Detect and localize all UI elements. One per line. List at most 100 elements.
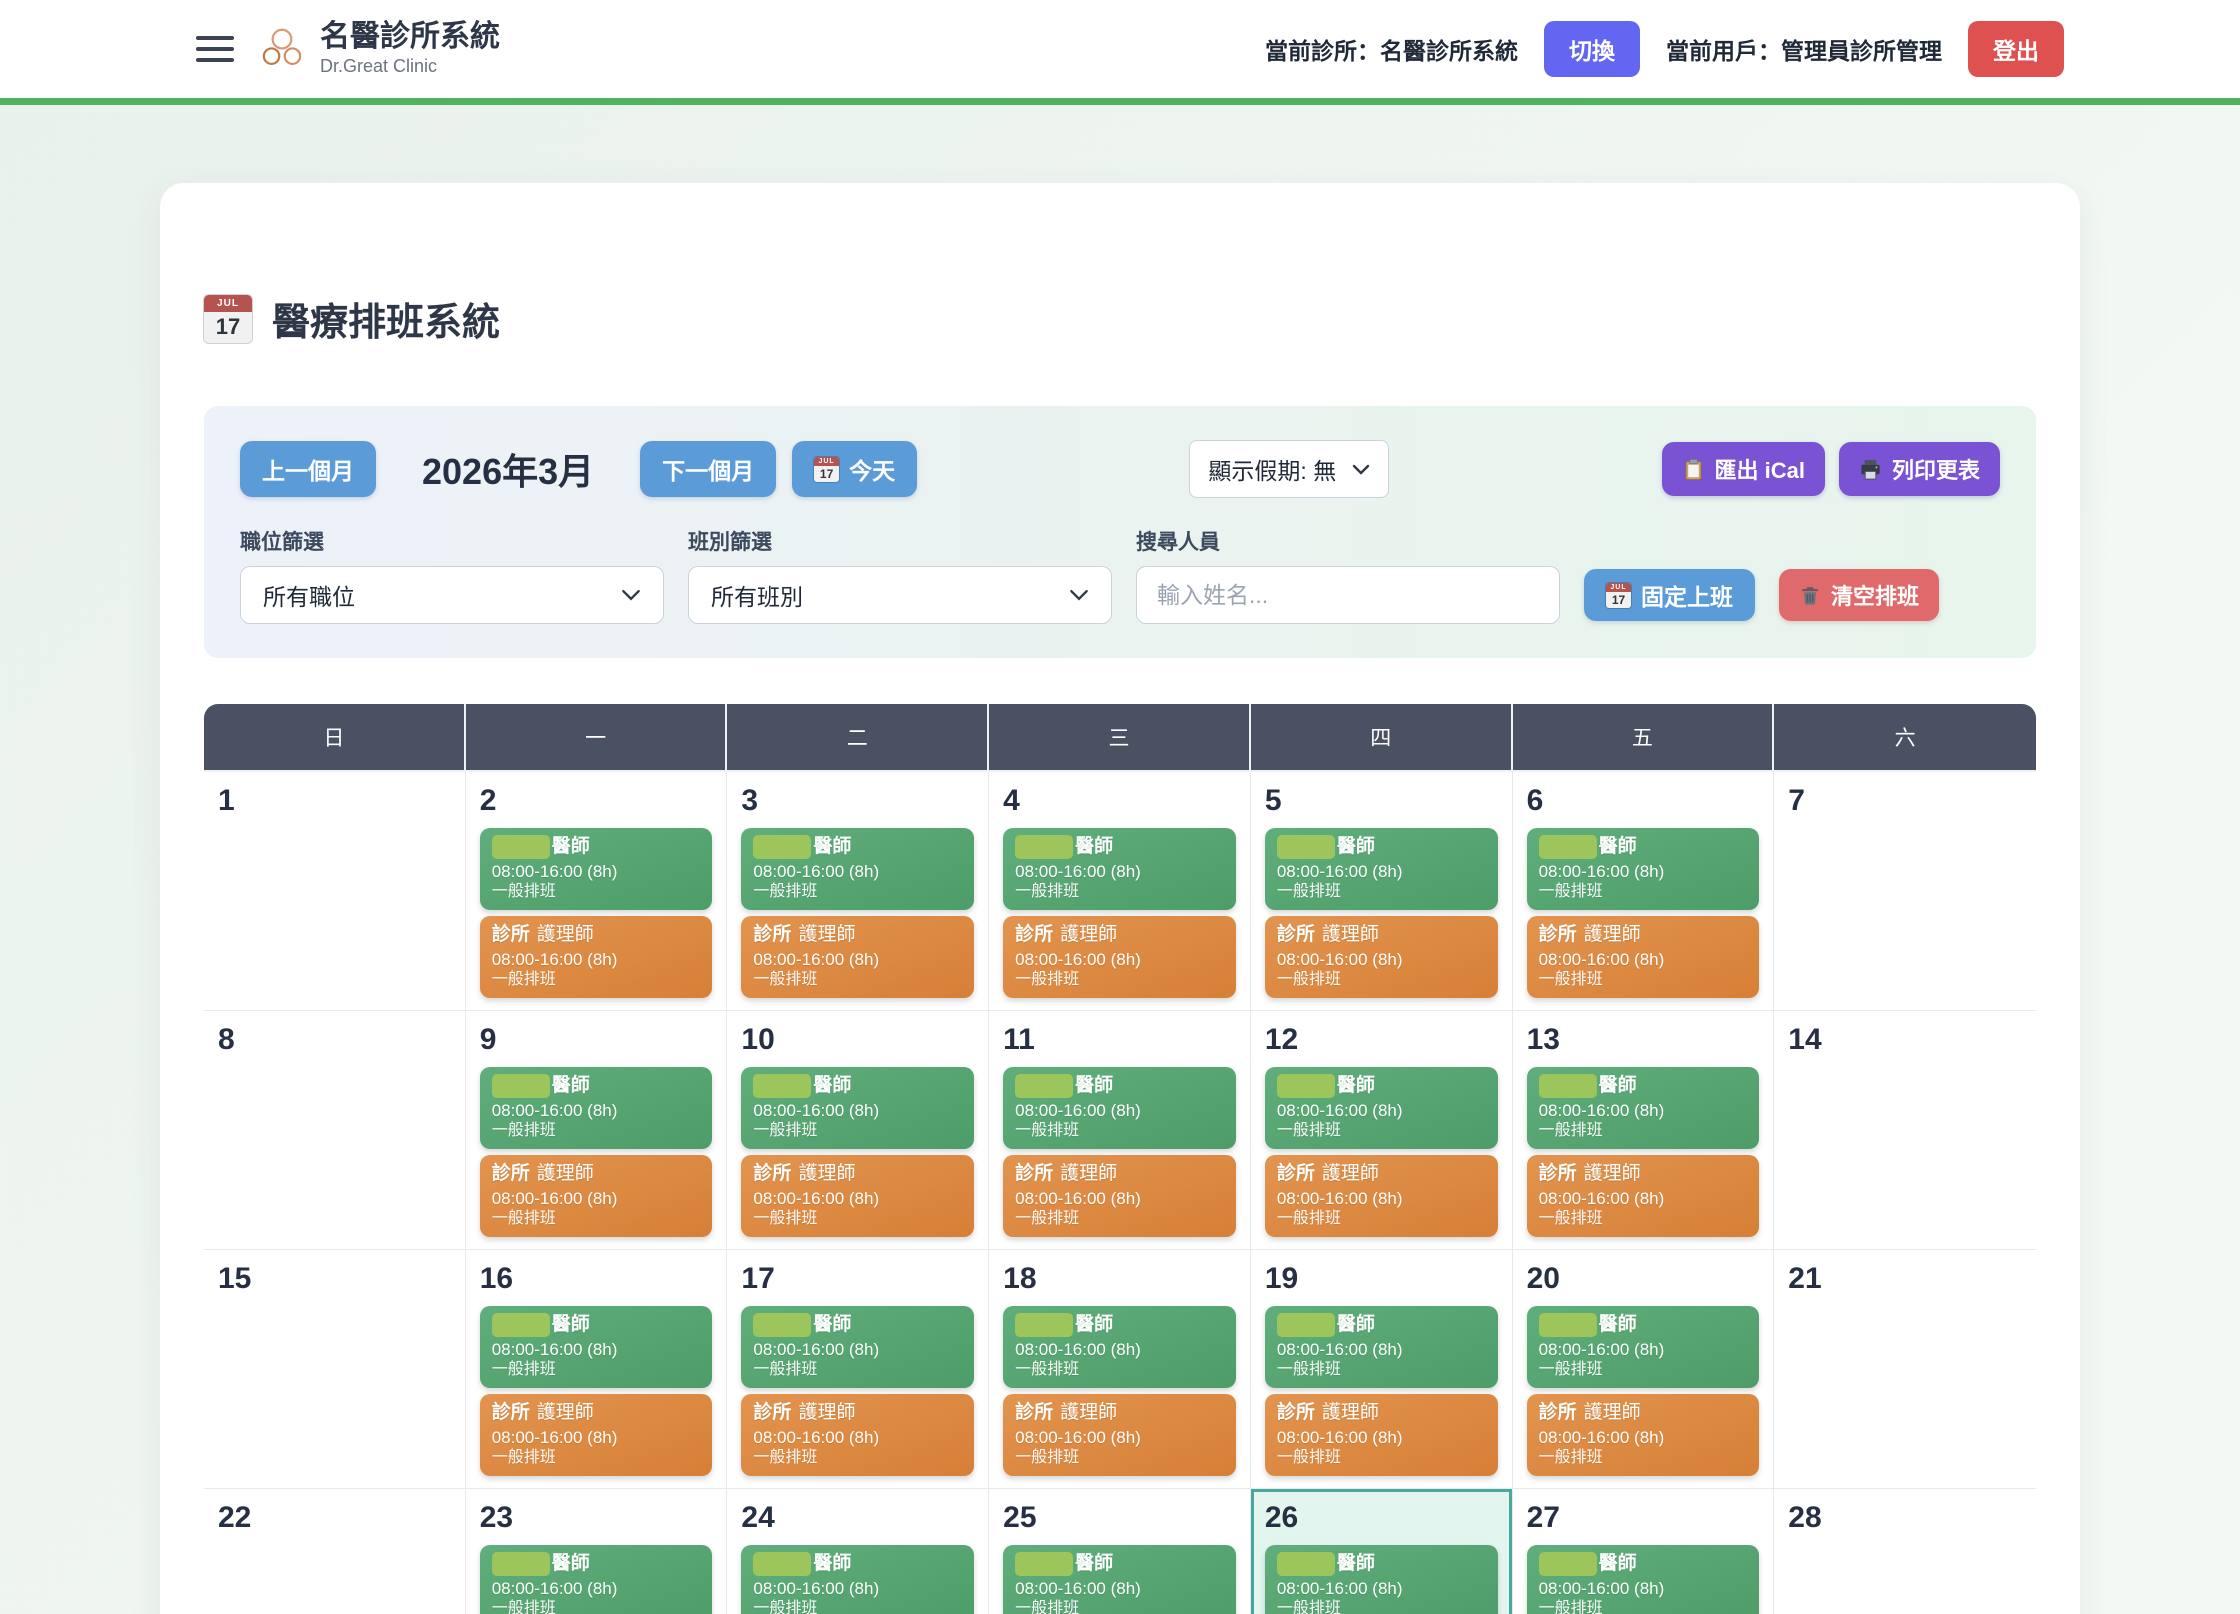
calendar-cell[interactable]: 21: [1774, 1250, 2036, 1489]
search-staff-input[interactable]: [1136, 566, 1560, 624]
shift-time: 08:00-16:00 (8h): [1015, 1427, 1224, 1448]
calendar-cell[interactable]: 20醫師08:00-16:00 (8h)一般排班診所護理師08:00-16:00…: [1513, 1250, 1775, 1489]
calendar-cell[interactable]: 9醫師08:00-16:00 (8h)一般排班診所護理師08:00-16:00 …: [466, 1011, 728, 1250]
shift-time: 08:00-16:00 (8h): [1015, 861, 1224, 882]
today-button[interactable]: JUL 17 今天: [792, 441, 917, 497]
shift-type: 一般排班: [1539, 1448, 1748, 1468]
chevron-down-icon: [1069, 589, 1089, 601]
calendar-cell[interactable]: 10醫師08:00-16:00 (8h)一般排班診所護理師08:00-16:00…: [727, 1011, 989, 1250]
shift-event-doctor[interactable]: 醫師08:00-16:00 (8h)一般排班: [741, 1545, 974, 1614]
shift-title: 診所護理師: [492, 1400, 701, 1426]
shift-event-nurse[interactable]: 診所護理師08:00-16:00 (8h)一般排班: [1527, 916, 1760, 998]
shift-event-nurse[interactable]: 診所護理師08:00-16:00 (8h)一般排班: [1265, 1155, 1498, 1237]
shift-time: 08:00-16:00 (8h): [1539, 1578, 1748, 1599]
calendar-cell[interactable]: 27醫師08:00-16:00 (8h)一般排班診所護理師08:00-16:00…: [1513, 1489, 1775, 1614]
shift-event-doctor[interactable]: 醫師08:00-16:00 (8h)一般排班: [1003, 1545, 1236, 1614]
calendar-cell[interactable]: 14: [1774, 1011, 2036, 1250]
calendar-cell[interactable]: 22: [204, 1489, 466, 1614]
shift-event-nurse[interactable]: 診所護理師08:00-16:00 (8h)一般排班: [480, 916, 713, 998]
shift-event-doctor[interactable]: 醫師08:00-16:00 (8h)一般排班: [1527, 828, 1760, 910]
fixed-shift-button[interactable]: JUL 17 固定上班: [1584, 569, 1755, 621]
shift-type: 一般排班: [492, 1121, 701, 1141]
next-month-button[interactable]: 下一個月: [640, 441, 776, 497]
shift-title: 診所護理師: [1015, 1400, 1224, 1426]
shift-event-nurse[interactable]: 診所護理師08:00-16:00 (8h)一般排班: [1003, 1155, 1236, 1237]
shift-event-nurse[interactable]: 診所護理師08:00-16:00 (8h)一般排班: [741, 1155, 974, 1237]
calendar-cell[interactable]: 12醫師08:00-16:00 (8h)一般排班診所護理師08:00-16:00…: [1251, 1011, 1513, 1250]
shift-event-nurse[interactable]: 診所護理師08:00-16:00 (8h)一般排班: [480, 1155, 713, 1237]
calendar-cell[interactable]: 28: [1774, 1489, 2036, 1614]
calendar-cell[interactable]: 25醫師08:00-16:00 (8h)一般排班診所護理師08:00-16:00…: [989, 1489, 1251, 1614]
shift-event-nurse[interactable]: 診所護理師08:00-16:00 (8h)一般排班: [1003, 916, 1236, 998]
shift-event-doctor[interactable]: 醫師08:00-16:00 (8h)一般排班: [1527, 1545, 1760, 1614]
shift-event-nurse[interactable]: 診所護理師08:00-16:00 (8h)一般排班: [1265, 916, 1498, 998]
calendar-cell[interactable]: 2醫師08:00-16:00 (8h)一般排班診所護理師08:00-16:00 …: [466, 772, 728, 1011]
shift-event-doctor[interactable]: 醫師08:00-16:00 (8h)一般排班: [1265, 1306, 1498, 1388]
calendar-cell-today[interactable]: 26醫師08:00-16:00 (8h)一般排班診所護理師08:00-16:00…: [1251, 1489, 1513, 1614]
shift-event-doctor[interactable]: 醫師08:00-16:00 (8h)一般排班: [480, 1545, 713, 1614]
clear-schedule-button[interactable]: 清空排班: [1779, 569, 1939, 621]
shift-title: 醫師: [1015, 1312, 1224, 1338]
shift-event-doctor[interactable]: 醫師08:00-16:00 (8h)一般排班: [1003, 1067, 1236, 1149]
shift-time: 08:00-16:00 (8h): [1015, 949, 1224, 970]
schedule-calendar: 日一二三四五六 12醫師08:00-16:00 (8h)一般排班診所護理師08:…: [204, 704, 2036, 1614]
shift-filter-select[interactable]: 所有班別: [688, 566, 1112, 624]
shift-event-doctor[interactable]: 醫師08:00-16:00 (8h)一般排班: [480, 1306, 713, 1388]
shift-event-nurse[interactable]: 診所護理師08:00-16:00 (8h)一般排班: [480, 1394, 713, 1476]
calendar-cell[interactable]: 19醫師08:00-16:00 (8h)一般排班診所護理師08:00-16:00…: [1251, 1250, 1513, 1489]
calendar-cell[interactable]: 24醫師08:00-16:00 (8h)一般排班診所護理師08:00-16:00…: [727, 1489, 989, 1614]
shift-event-nurse[interactable]: 診所護理師08:00-16:00 (8h)一般排班: [1265, 1394, 1498, 1476]
switch-clinic-button[interactable]: 切換: [1544, 21, 1640, 77]
shift-type: 一般排班: [1277, 1448, 1486, 1468]
shift-title: 醫師: [753, 1551, 962, 1577]
calendar-cell[interactable]: 1: [204, 772, 466, 1011]
shift-event-nurse[interactable]: 診所護理師08:00-16:00 (8h)一般排班: [1527, 1394, 1760, 1476]
calendar-cell[interactable]: 13醫師08:00-16:00 (8h)一般排班診所護理師08:00-16:00…: [1513, 1011, 1775, 1250]
shift-event-doctor[interactable]: 醫師08:00-16:00 (8h)一般排班: [1265, 828, 1498, 910]
calendar-cell[interactable]: 11醫師08:00-16:00 (8h)一般排班診所護理師08:00-16:00…: [989, 1011, 1251, 1250]
calendar-cell[interactable]: 8: [204, 1011, 466, 1250]
calendar-cell[interactable]: 4醫師08:00-16:00 (8h)一般排班診所護理師08:00-16:00 …: [989, 772, 1251, 1011]
shift-event-doctor[interactable]: 醫師08:00-16:00 (8h)一般排班: [480, 828, 713, 910]
calendar-cell[interactable]: 23醫師08:00-16:00 (8h)一般排班診所護理師08:00-16:00…: [466, 1489, 728, 1614]
calendar-cell[interactable]: 17醫師08:00-16:00 (8h)一般排班診所護理師08:00-16:00…: [727, 1250, 989, 1489]
calendar-cell[interactable]: 6醫師08:00-16:00 (8h)一般排班診所護理師08:00-16:00 …: [1513, 772, 1775, 1011]
print-schedule-button[interactable]: 列印更表: [1839, 442, 2000, 496]
shift-event-doctor[interactable]: 醫師08:00-16:00 (8h)一般排班: [741, 828, 974, 910]
shift-type: 一般排班: [1015, 1121, 1224, 1141]
holiday-display-select[interactable]: 顯示假期: 無: [1189, 440, 1389, 498]
shift-event-nurse[interactable]: 診所護理師08:00-16:00 (8h)一般排班: [741, 916, 974, 998]
shift-event-doctor[interactable]: 醫師08:00-16:00 (8h)一般排班: [1265, 1545, 1498, 1614]
calendar-cell[interactable]: 7: [1774, 772, 2036, 1011]
shift-event-doctor[interactable]: 醫師08:00-16:00 (8h)一般排班: [1527, 1306, 1760, 1388]
calendar-cell[interactable]: 5醫師08:00-16:00 (8h)一般排班診所護理師08:00-16:00 …: [1251, 772, 1513, 1011]
prev-month-button[interactable]: 上一個月: [240, 441, 376, 497]
calendar-cell[interactable]: 15: [204, 1250, 466, 1489]
shift-event-doctor[interactable]: 醫師08:00-16:00 (8h)一般排班: [480, 1067, 713, 1149]
shift-event-nurse[interactable]: 診所護理師08:00-16:00 (8h)一般排班: [741, 1394, 974, 1476]
shift-event-nurse[interactable]: 診所護理師08:00-16:00 (8h)一般排班: [1527, 1155, 1760, 1237]
calendar-cell[interactable]: 18醫師08:00-16:00 (8h)一般排班診所護理師08:00-16:00…: [989, 1250, 1251, 1489]
shift-title: 醫師: [753, 1312, 962, 1338]
shift-time: 08:00-16:00 (8h): [1539, 1427, 1748, 1448]
day-number: 16: [480, 1262, 713, 1296]
calendar-cell[interactable]: 3醫師08:00-16:00 (8h)一般排班診所護理師08:00-16:00 …: [727, 772, 989, 1011]
shift-event-doctor[interactable]: 醫師08:00-16:00 (8h)一般排班: [1003, 828, 1236, 910]
shift-title: 診所護理師: [1539, 922, 1748, 948]
shift-event-nurse[interactable]: 診所護理師08:00-16:00 (8h)一般排班: [1003, 1394, 1236, 1476]
shift-event-doctor[interactable]: 醫師08:00-16:00 (8h)一般排班: [741, 1067, 974, 1149]
shift-type: 一般排班: [492, 882, 701, 902]
shift-type: 一般排班: [1539, 1360, 1748, 1380]
shift-title: 醫師: [492, 1312, 701, 1338]
shift-event-doctor[interactable]: 醫師08:00-16:00 (8h)一般排班: [1265, 1067, 1498, 1149]
shift-event-doctor[interactable]: 醫師08:00-16:00 (8h)一般排班: [741, 1306, 974, 1388]
logout-button[interactable]: 登出: [1968, 21, 2064, 77]
shift-event-doctor[interactable]: 醫師08:00-16:00 (8h)一般排班: [1527, 1067, 1760, 1149]
shift-title: 醫師: [1539, 834, 1748, 860]
shift-time: 08:00-16:00 (8h): [753, 949, 962, 970]
position-filter-select[interactable]: 所有職位: [240, 566, 664, 624]
menu-icon[interactable]: [196, 36, 234, 62]
shift-event-doctor[interactable]: 醫師08:00-16:00 (8h)一般排班: [1003, 1306, 1236, 1388]
calendar-cell[interactable]: 16 醫師08:00-16:00 (8h)一般排班診所護理師08:00-16:00…: [466, 1250, 728, 1489]
export-ical-button[interactable]: 匯出 iCal: [1662, 442, 1825, 496]
